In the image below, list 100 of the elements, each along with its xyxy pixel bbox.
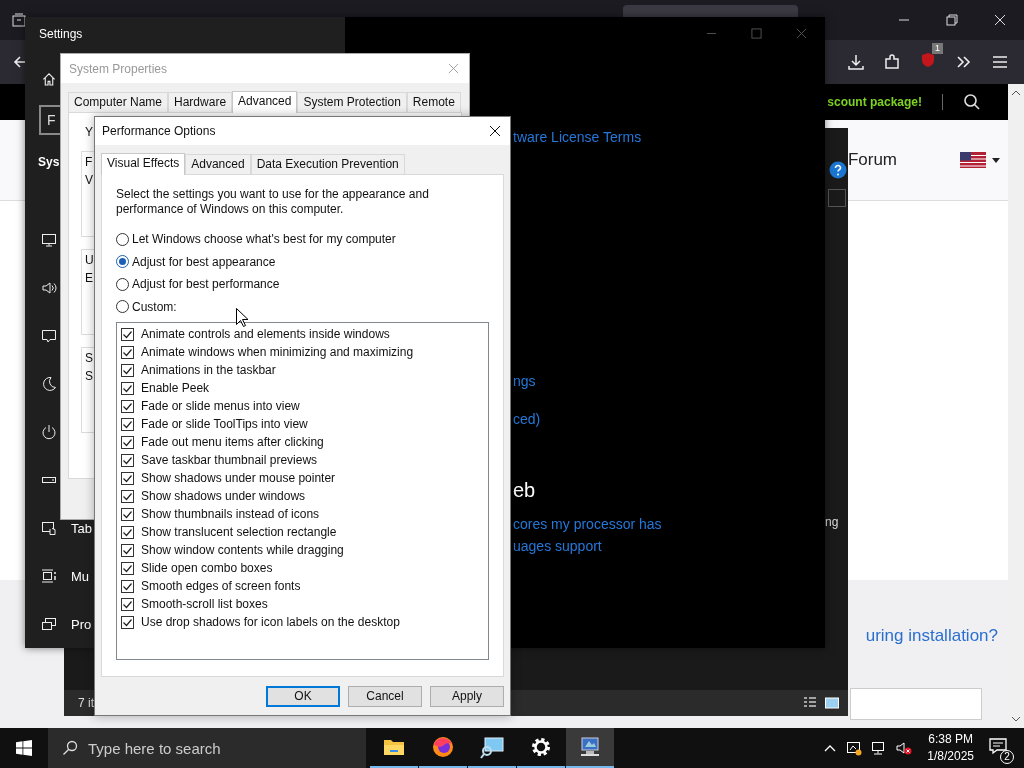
- nav-item[interactable]: Pro: [71, 616, 92, 632]
- checkbox[interactable]: [121, 543, 134, 557]
- radio-button[interactable]: [116, 232, 129, 246]
- checkbox[interactable]: [121, 363, 134, 377]
- checkbox-label[interactable]: Show shadows under windows: [141, 489, 306, 503]
- tab[interactable]: Data Execution Prevention: [250, 154, 405, 174]
- checkbox-label[interactable]: Smooth-scroll list boxes: [141, 597, 268, 611]
- checkbox[interactable]: [121, 525, 134, 539]
- dialog-button[interactable]: OK: [266, 685, 340, 707]
- nav-item[interactable]: Tab: [71, 520, 92, 536]
- promo-text[interactable]: scount package!: [827, 95, 922, 109]
- tab[interactable]: System Protection: [297, 92, 407, 112]
- link[interactable]: cores my processor has: [513, 516, 662, 532]
- search-icon[interactable]: [963, 93, 981, 111]
- checkbox-label[interactable]: Show window contents while dragging: [141, 543, 344, 557]
- monitor-icon[interactable]: [41, 232, 57, 248]
- radio-label[interactable]: Adjust for best performance: [132, 277, 280, 292]
- tab[interactable]: Advanced: [185, 154, 251, 174]
- checkbox-label[interactable]: Animate windows when minimizing and maximizing: [141, 345, 414, 359]
- home-icon[interactable]: [41, 72, 57, 87]
- checkbox[interactable]: [121, 597, 134, 611]
- link[interactable]: ngs: [513, 373, 536, 389]
- link[interactable]: ced): [513, 411, 541, 427]
- thumbnail-view-icon[interactable]: [824, 695, 840, 711]
- checkbox-label[interactable]: Save taskbar thumbnail previews: [141, 453, 318, 467]
- forum-link[interactable]: Forum: [847, 150, 897, 170]
- shield-icon[interactable]: [919, 51, 937, 69]
- group-text: V: [85, 173, 93, 187]
- tab[interactable]: Visual Effects: [101, 153, 186, 175]
- project-icon[interactable]: [41, 616, 57, 632]
- checkbox[interactable]: [121, 471, 134, 485]
- puzzle-icon[interactable]: [883, 53, 901, 71]
- radio-label[interactable]: Let Windows choose what's best for my computer: [132, 232, 396, 247]
- message-icon[interactable]: [41, 328, 57, 344]
- link[interactable]: uages support: [513, 538, 602, 554]
- checkbox[interactable]: [121, 327, 134, 341]
- security-icon[interactable]: [846, 740, 863, 756]
- menu-icon[interactable]: [991, 53, 1009, 71]
- restore-icon[interactable]: [946, 14, 958, 26]
- scrollbar[interactable]: [1008, 84, 1024, 728]
- checkbox-label[interactable]: Show translucent selection rectangle: [141, 525, 337, 539]
- checkbox-label[interactable]: Use drop shadows for icon labels on the desktop: [141, 615, 400, 629]
- checkbox-label[interactable]: Show thumbnails instead of icons: [141, 507, 320, 521]
- radio-button[interactable]: [116, 255, 129, 269]
- checkbox[interactable]: [121, 399, 134, 413]
- back-arrow-icon[interactable]: [12, 54, 28, 70]
- checkbox[interactable]: [121, 381, 134, 395]
- tab[interactable]: Remote: [406, 92, 461, 112]
- speaker-icon[interactable]: [41, 280, 57, 296]
- radio-button[interactable]: [116, 300, 129, 314]
- search-field[interactable]: Type here to search: [48, 728, 366, 768]
- clock-date[interactable]: 1/8/2025: [927, 748, 974, 765]
- checkbox-label[interactable]: Animations in the taskbar: [141, 363, 276, 377]
- taskbar-app[interactable]: [566, 728, 614, 768]
- checkbox[interactable]: [121, 345, 134, 359]
- tab[interactable]: Computer Name: [68, 92, 169, 112]
- question-link[interactable]: uring installation?: [865, 626, 998, 646]
- window-title: System Properties: [69, 61, 168, 76]
- checkbox[interactable]: [121, 417, 134, 431]
- caret-icon[interactable]: [992, 157, 1000, 163]
- tab[interactable]: Hardware: [168, 92, 233, 112]
- multitask-icon[interactable]: [41, 568, 57, 584]
- radio-label[interactable]: Adjust for best appearance: [132, 254, 276, 269]
- checkbox[interactable]: [121, 507, 134, 521]
- link[interactable]: tware License Terms: [513, 129, 642, 145]
- tab[interactable]: Advanced: [232, 91, 298, 113]
- checkbox[interactable]: [121, 435, 134, 449]
- checkbox-label[interactable]: Fade out menu items after clicking: [141, 435, 324, 449]
- checkbox[interactable]: [121, 453, 134, 467]
- checkbox[interactable]: [121, 579, 134, 593]
- download-icon[interactable]: [847, 53, 865, 71]
- checkbox-label[interactable]: Fade or slide ToolTips into view: [141, 417, 308, 431]
- checkbox-label[interactable]: Smooth edges of screen fonts: [141, 579, 301, 593]
- muted-speaker-icon[interactable]: [896, 740, 913, 756]
- checkbox-label[interactable]: Show shadows under mouse pointer: [141, 471, 336, 485]
- radio-button[interactable]: [116, 277, 129, 291]
- close-icon[interactable]: [489, 125, 501, 137]
- checkbox-label[interactable]: Enable Peek: [141, 381, 210, 395]
- dialog-button[interactable]: Cancel: [348, 685, 422, 707]
- checkbox[interactable]: [121, 615, 134, 629]
- power-icon[interactable]: [41, 424, 57, 440]
- checkbox-label[interactable]: Animate controls and elements inside windows: [141, 327, 390, 341]
- dialog-button[interactable]: Apply: [430, 685, 504, 707]
- windows-logo-icon[interactable]: [16, 740, 32, 756]
- scroll-down-icon[interactable]: [1011, 716, 1021, 722]
- checkbox[interactable]: [121, 561, 134, 575]
- small-field[interactable]: [828, 189, 846, 207]
- nav-item[interactable]: Mu: [71, 568, 90, 584]
- moon-icon[interactable]: [41, 376, 57, 392]
- flag-icon[interactable]: [960, 152, 986, 168]
- tablet-icon[interactable]: [41, 520, 57, 536]
- help-icon[interactable]: [829, 161, 847, 179]
- radio-label[interactable]: Custom:: [132, 299, 177, 314]
- tab-list-icon[interactable]: [11, 12, 27, 28]
- checkbox[interactable]: [121, 489, 134, 503]
- clock-time[interactable]: 6:38 PM: [928, 731, 973, 748]
- scroll-up-icon[interactable]: [1011, 90, 1021, 96]
- checkbox-label[interactable]: Fade or slide menus into view: [141, 399, 300, 413]
- checkbox-label[interactable]: Slide open combo boxes: [141, 561, 273, 575]
- window-title: Performance Options: [102, 124, 216, 138]
